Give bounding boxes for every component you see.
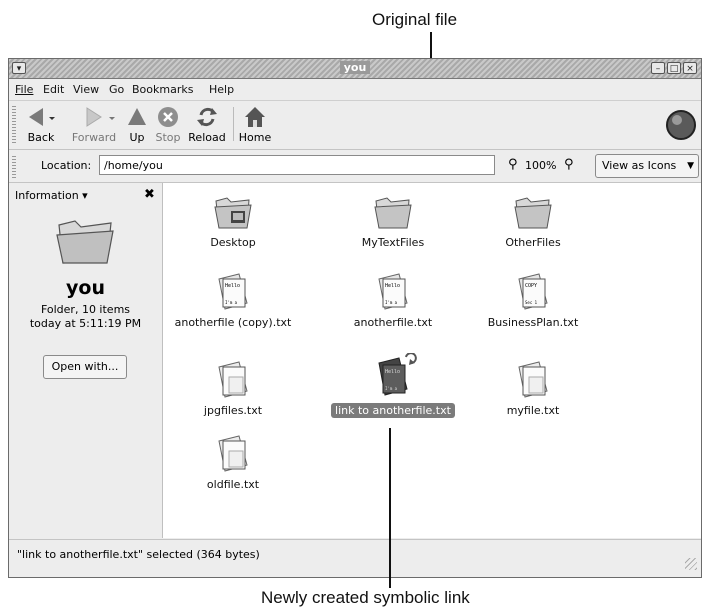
icon-view: Desktop MyTextFiles OtherFiles Hello I'm …	[163, 183, 701, 538]
minimize-button[interactable]: –	[651, 62, 665, 74]
location-input[interactable]	[99, 155, 495, 175]
back-button[interactable]: Back	[19, 105, 63, 144]
menu-file[interactable]: File	[15, 83, 33, 96]
file-name: MyTextFiles	[361, 236, 425, 249]
blank-file-icon	[218, 361, 248, 398]
statusbar: "link to anotherfile.txt" selected (364 …	[9, 539, 701, 578]
symbolic-link-leader	[389, 428, 391, 588]
home-icon	[245, 107, 265, 127]
dropdown-arrow-icon: ▼	[687, 161, 694, 171]
symlink-file-icon: Hello I'm a	[378, 353, 417, 396]
svg-text:Hello: Hello	[385, 283, 400, 289]
forward-button[interactable]: Forward	[67, 105, 121, 144]
file-item[interactable]: myfile.txt	[463, 359, 603, 418]
file-item[interactable]: Hello I'm a anotherfile (copy).txt	[163, 271, 303, 330]
menubar: File Edit View Go Bookmarks Help	[9, 79, 701, 101]
file-name: Desktop	[210, 236, 256, 249]
file-item[interactable]: jpgfiles.txt	[163, 359, 303, 418]
file-name: BusinessPlan.txt	[487, 316, 579, 329]
up-label: Up	[129, 131, 145, 144]
home-button[interactable]: Home	[235, 105, 275, 144]
sidebar-close-icon[interactable]: ✖	[144, 187, 155, 202]
folder-icon	[56, 220, 114, 264]
view-as-select[interactable]: View as Icons ▼	[595, 154, 699, 178]
menu-view[interactable]: View	[73, 83, 99, 96]
folder-info: Folder, 10 items	[40, 303, 131, 316]
reload-icon	[197, 107, 217, 127]
file-name: oldfile.txt	[206, 478, 260, 491]
file-name: myfile.txt	[506, 404, 560, 417]
location-grip[interactable]	[12, 154, 16, 178]
folder-icon	[514, 197, 552, 229]
svg-text:I'm a: I'm a	[385, 300, 398, 305]
text-file-icon: COPY Sec 1	[518, 273, 548, 310]
stop-button[interactable]: Stop	[152, 105, 184, 144]
file-name: anotherfile.txt	[353, 316, 433, 329]
zoom-out-icon[interactable]: ⚲	[508, 157, 518, 172]
folder-modified: today at 5:11:19 PM	[29, 317, 142, 330]
text-file-icon: Hello I'm a	[218, 273, 248, 310]
up-arrow-icon	[128, 108, 146, 125]
back-arrow-icon	[29, 108, 55, 126]
file-name: jpgfiles.txt	[203, 404, 263, 417]
folder-name: you	[66, 277, 105, 299]
blank-file-icon	[518, 361, 548, 398]
reload-button[interactable]: Reload	[185, 105, 229, 144]
sidebar-header-select[interactable]: Information ▾	[15, 189, 88, 202]
file-name: link to anotherfile.txt	[331, 403, 455, 418]
svg-text:I'm a: I'm a	[385, 386, 398, 391]
location-label: Location:	[41, 159, 92, 172]
menu-bookmarks[interactable]: Bookmarks	[132, 83, 193, 96]
close-button[interactable]: ×	[683, 62, 697, 74]
blank-file-icon	[218, 435, 248, 472]
stop-label: Stop	[155, 131, 181, 144]
file-manager-window: ▾ you – □ × File Edit View Go Bookmarks …	[8, 58, 702, 578]
sidebar: Information ▾ ✖ you Folder, 10 items tod…	[9, 183, 163, 538]
maximize-button[interactable]: □	[667, 62, 681, 74]
menu-help[interactable]: Help	[209, 83, 234, 96]
svg-text:Hello: Hello	[385, 369, 400, 375]
up-button[interactable]: Up	[122, 105, 152, 144]
symbolic-link-callout: Newly created symbolic link	[261, 588, 470, 607]
file-item[interactable]: Desktop	[163, 193, 303, 250]
location-bar: Location: ⚲ 100% ⚲ View as Icons ▼	[9, 150, 701, 183]
zoom-in-icon[interactable]: ⚲	[564, 157, 574, 172]
svg-text:Sec 1: Sec 1	[525, 300, 538, 305]
open-with-button[interactable]: Open with...	[43, 355, 127, 379]
file-item[interactable]: Hello I'm a anotherfile.txt	[323, 271, 463, 330]
menu-edit[interactable]: Edit	[43, 83, 64, 96]
zoom-level[interactable]: 100%	[525, 159, 556, 172]
original-file-callout: Original file	[372, 10, 458, 29]
file-item[interactable]: OtherFiles	[463, 193, 603, 250]
stop-icon	[158, 107, 178, 127]
reload-label: Reload	[188, 131, 226, 144]
svg-text:COPY: COPY	[525, 283, 537, 289]
toolbar: Back Forward Up Stop Reload Home	[9, 101, 701, 150]
svg-text:Hello: Hello	[225, 283, 240, 289]
file-name: anotherfile (copy).txt	[174, 316, 292, 329]
window-title: you	[339, 61, 371, 74]
svg-text:I'm a: I'm a	[225, 300, 238, 305]
toolbar-separator	[233, 107, 234, 141]
text-file-icon: Hello I'm a	[378, 273, 408, 310]
file-item[interactable]: MyTextFiles	[323, 193, 463, 250]
titlebar: ▾ you – □ ×	[9, 59, 701, 79]
file-item[interactable]: COPY Sec 1 BusinessPlan.txt	[463, 271, 603, 330]
menu-go[interactable]: Go	[109, 83, 124, 96]
resize-grip-icon[interactable]	[685, 558, 697, 570]
back-label: Back	[27, 131, 55, 144]
view-as-value: View as Icons	[602, 159, 677, 172]
file-item[interactable]: oldfile.txt	[163, 433, 303, 492]
folder-icon	[374, 197, 412, 229]
sidebar-header: Information	[15, 189, 79, 202]
toolbar-grip[interactable]	[12, 105, 16, 143]
status-text: "link to anotherfile.txt" selected (364 …	[17, 548, 260, 561]
throbber-icon	[666, 110, 696, 140]
forward-arrow-icon	[86, 107, 115, 127]
file-item-selected[interactable]: Hello I'm a link to anotherfile.txt	[323, 353, 463, 418]
desktop-folder-icon	[214, 197, 252, 229]
file-name: OtherFiles	[505, 236, 561, 249]
forward-label: Forward	[71, 131, 117, 144]
home-label: Home	[238, 131, 272, 144]
